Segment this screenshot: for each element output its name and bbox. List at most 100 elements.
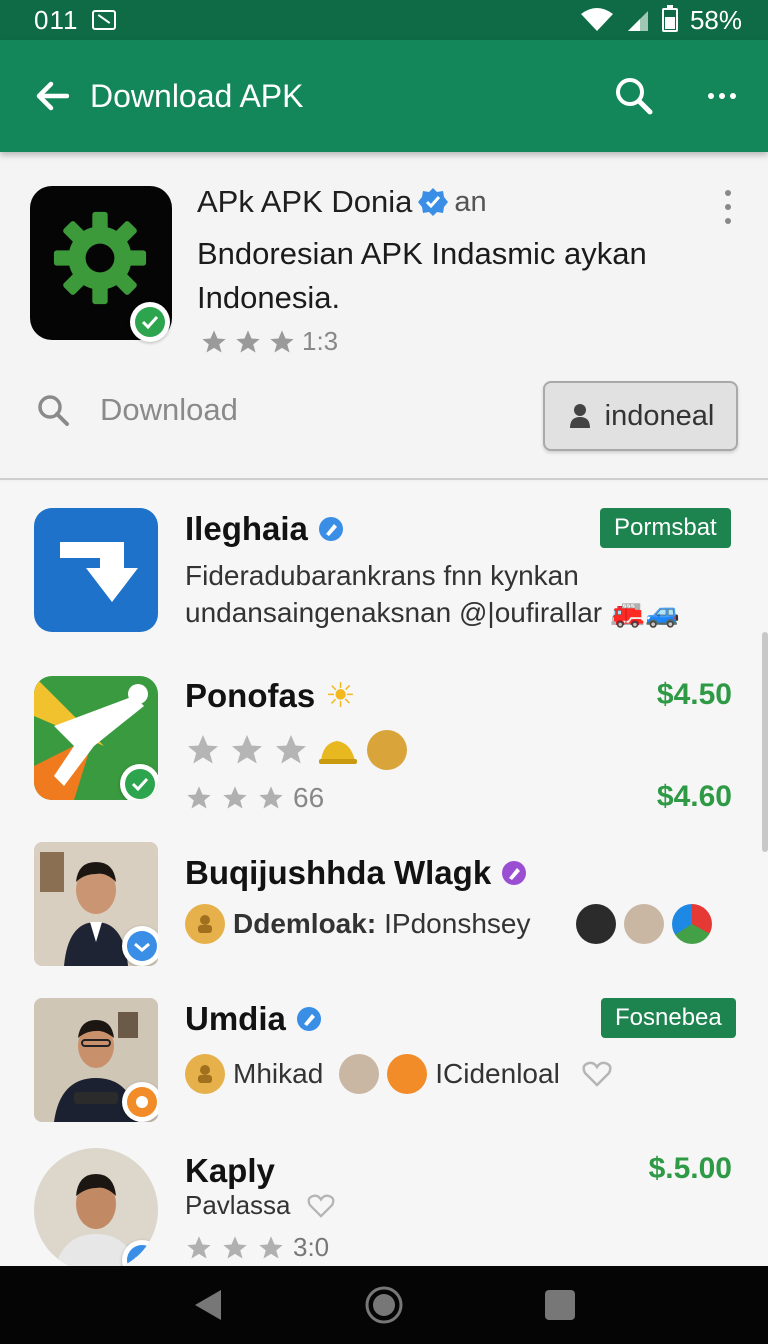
- app-description-text: undansaingenaksnan @|oufirallar: [185, 596, 603, 628]
- page-title: Download APK: [90, 77, 304, 114]
- square-recents-icon: [545, 1290, 575, 1320]
- app-icon: [30, 186, 172, 342]
- check-icon: [141, 315, 159, 329]
- profile-photo: [34, 998, 158, 1122]
- developer-icon: [185, 1054, 225, 1094]
- nav-back-button[interactable]: [186, 1283, 230, 1327]
- edit-badge-icon: [502, 861, 527, 885]
- list-item[interactable]: Buqijushhda Wlagk Ddemloak: IPdonshsey: [0, 834, 768, 984]
- app-name: Buqijushhda Wlagk: [185, 854, 527, 892]
- developer-label: Ddemloak:: [233, 908, 377, 939]
- download-arrow-icon: [60, 542, 138, 602]
- status-tag: Fosnebea: [601, 998, 736, 1038]
- list-item[interactable]: Ponofas ☀ $4.50 66 $4.60: [0, 658, 768, 828]
- avatar: [339, 1054, 380, 1094]
- edit-badge-icon: [296, 1007, 321, 1031]
- app-name-text: Umdia: [185, 1000, 286, 1037]
- app-title-suffix: an: [454, 185, 487, 218]
- status-bar: 011 58%: [0, 0, 768, 40]
- list-item[interactable]: Ileghaia Pormsbat Fideradubarankrans fnn…: [0, 482, 768, 652]
- verified-badge: [120, 764, 158, 800]
- download-search[interactable]: Download: [36, 392, 238, 428]
- scrollbar[interactable]: [762, 632, 768, 852]
- profile-photo: [34, 1148, 158, 1266]
- app-list: Ileghaia Pormsbat Fideradubarankrans fnn…: [0, 482, 768, 1266]
- header-overflow-button[interactable]: [718, 190, 738, 224]
- sun-icon: ☀: [325, 677, 356, 715]
- rating-row: 66: [185, 782, 324, 814]
- star-icon: [259, 1235, 283, 1258]
- app-name: Ponofas ☀: [185, 676, 356, 716]
- app-title: APk APK Donia: [197, 184, 413, 219]
- star-icon: [187, 786, 211, 809]
- app-name: Umdia: [185, 1000, 322, 1038]
- check-icon: [134, 1256, 150, 1266]
- status-time: 011: [34, 4, 79, 35]
- rating-count: 66: [293, 782, 325, 813]
- app-description-line: Fideradubarankrans fnn kynkan: [185, 560, 579, 591]
- publisher-name: ICidenloal: [435, 1058, 560, 1089]
- live-badge: [122, 1082, 158, 1122]
- app-name-text: Kaply: [185, 1152, 275, 1189]
- app-icon: [34, 676, 158, 800]
- developer-name: IPdonshsey: [384, 908, 531, 939]
- app-name-text: Ponofas: [185, 677, 316, 714]
- battery-percent: 58%: [689, 4, 742, 35]
- star-icon: [187, 1235, 211, 1258]
- verified-badge: [122, 926, 158, 966]
- profile-photo: [34, 842, 158, 966]
- list-item[interactable]: Kaply $.5.00 Pavlassa 3:0: [0, 1146, 768, 1266]
- triangle-back-icon: [195, 1290, 221, 1320]
- avatar: [576, 904, 617, 944]
- back-button[interactable]: [32, 76, 72, 116]
- status-tag: Pormsbat: [600, 508, 731, 548]
- battery-fill: [664, 17, 675, 29]
- nav-home-button[interactable]: [362, 1283, 406, 1327]
- screen: 011 58% Download APK APk APK Donia an Bn…: [0, 0, 768, 1344]
- signal-icon: [627, 11, 648, 31]
- region-button[interactable]: indoneal: [543, 381, 738, 451]
- app-description: Bndoresian APK Indasmic aykan Indonesia.: [197, 236, 647, 315]
- rating-text: 3:0: [293, 1232, 330, 1262]
- price: $.5.00: [648, 1152, 732, 1185]
- star-icon: [223, 1235, 247, 1258]
- heart-icon[interactable]: [307, 1194, 335, 1218]
- verified-icon: [418, 188, 449, 216]
- circle-home-icon: [365, 1286, 403, 1324]
- list-item[interactable]: Umdia Fosnebea Mhikad ICidenloal: [0, 990, 768, 1140]
- vehicle-emoji: 🚒🚙: [610, 597, 680, 628]
- verified-badge: [130, 302, 170, 342]
- star-icon: [236, 329, 260, 352]
- price: $4.50: [656, 678, 732, 711]
- app-name-text: Buqijushhda Wlagk: [185, 854, 492, 891]
- coin-icon: [367, 730, 407, 770]
- developer-row: Ddemloak: IPdonshsey: [185, 904, 713, 944]
- rating-row: 3:0: [185, 1232, 329, 1263]
- search-icon[interactable]: [612, 74, 656, 118]
- play-icon: [672, 904, 713, 944]
- bell-icon: [319, 741, 357, 764]
- developer-row: Pavlassa: [185, 1190, 335, 1221]
- status-icons: 58%: [580, 5, 742, 36]
- check-icon: [134, 942, 150, 952]
- rating-text: 1:3: [302, 326, 339, 356]
- developer-name: Mhikad: [233, 1058, 324, 1089]
- price: $4.60: [656, 780, 732, 813]
- battery-icon: [661, 5, 678, 32]
- app-icon: [34, 508, 158, 632]
- search-icon: [38, 395, 69, 426]
- app-header-card: APk APK Donia an Bndoresian APK Indasmic…: [0, 152, 768, 480]
- more-options-button[interactable]: [702, 76, 742, 116]
- rating-row: [185, 730, 407, 770]
- heart-icon[interactable]: [582, 1061, 612, 1087]
- nav-recents-button[interactable]: [538, 1283, 582, 1327]
- star-icon: [259, 786, 283, 809]
- star-icon: [202, 329, 226, 352]
- app-bar: Download APK: [0, 40, 768, 152]
- app-rating: 1:3: [200, 326, 338, 357]
- developer-row: Mhikad ICidenloal: [185, 1054, 612, 1094]
- app-title-line: APk APK Donia an: [197, 184, 487, 220]
- app-name-text: Ileghaia: [185, 510, 308, 547]
- wifi-icon: [580, 8, 613, 31]
- developer-icon: [185, 904, 225, 944]
